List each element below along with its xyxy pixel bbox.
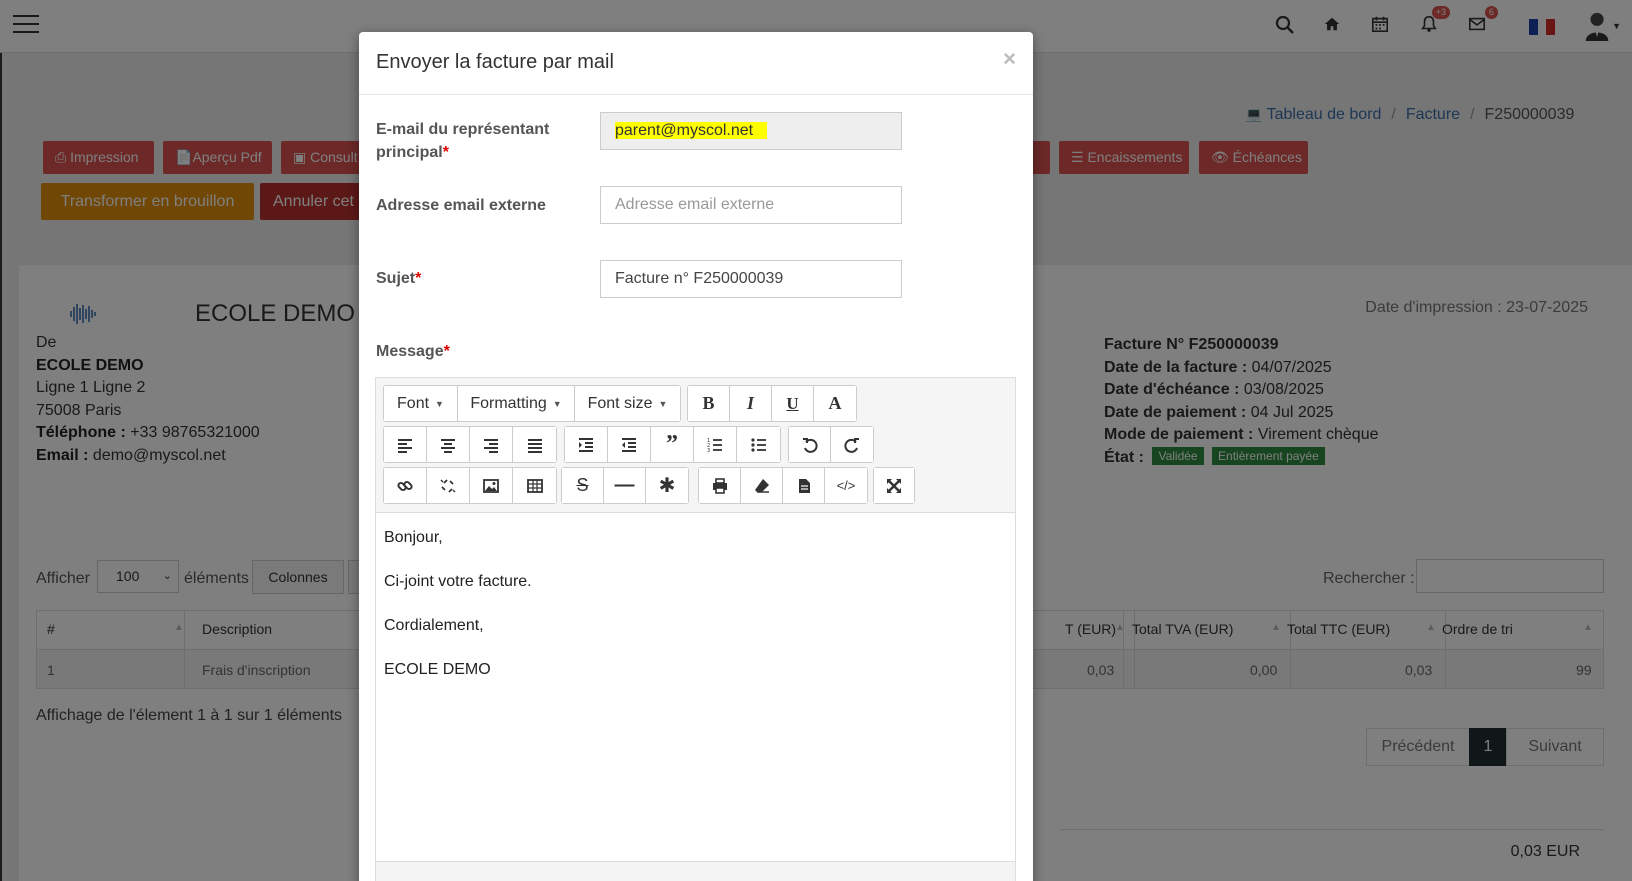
subject-input[interactable]: Facture n° F250000039	[600, 260, 902, 298]
font-dropdown[interactable]: Font ▼	[384, 386, 458, 421]
message-line: Bonjour,	[384, 529, 443, 546]
rich-text-editor: Font ▼ Formatting ▼ Font size ▼ B I U A ”	[375, 377, 1016, 881]
align-left-icon[interactable]	[384, 427, 427, 462]
ext-email-input[interactable]: Adresse email externe	[600, 186, 902, 224]
align-right-icon[interactable]	[470, 427, 513, 462]
unordered-list-icon[interactable]	[737, 427, 780, 462]
special-char-icon[interactable]: ✱	[646, 468, 688, 503]
rep-email-label: E-mail du représentant principal*	[376, 121, 550, 161]
outdent-icon[interactable]	[608, 427, 651, 462]
message-label: Message*	[376, 343, 450, 360]
fullscreen-icon[interactable]	[874, 468, 914, 503]
editor-content[interactable]: Bonjour, Ci-joint votre facture. Cordial…	[384, 528, 532, 704]
image-icon[interactable]	[470, 468, 513, 503]
align-center-icon[interactable]	[427, 427, 470, 462]
history-group	[788, 426, 874, 463]
align-justify-icon[interactable]	[513, 427, 556, 462]
strikethrough-icon[interactable]: S	[562, 468, 604, 503]
ext-email-label: Adresse email externe	[376, 197, 546, 214]
message-line: ECOLE DEMO	[384, 661, 491, 678]
message-line: Ci-joint votre facture.	[384, 573, 532, 590]
caret-down-icon: ▼	[658, 398, 668, 409]
font-dropdown-group: Font ▼ Formatting ▼ Font size ▼	[383, 385, 681, 422]
message-line: Cordialement,	[384, 617, 484, 634]
code-view-icon[interactable]: </>	[825, 468, 867, 503]
close-icon[interactable]: ×	[1003, 46, 1016, 72]
indent-icon[interactable]	[565, 427, 608, 462]
unlink-icon[interactable]	[427, 468, 470, 503]
caret-down-icon: ▼	[552, 398, 562, 409]
formatting-dropdown[interactable]: Formatting ▼	[458, 386, 575, 421]
document-icon[interactable]	[783, 468, 825, 503]
svg-text:3: 3	[707, 448, 710, 454]
blockquote-icon[interactable]: ”	[651, 427, 694, 462]
rep-email-field[interactable]: parent@myscol.net	[600, 112, 902, 150]
highlighted-email: parent@myscol.net	[615, 122, 768, 139]
redo-icon[interactable]	[831, 427, 873, 462]
subject-label: Sujet*	[376, 270, 422, 287]
indent-group: ” 123	[564, 426, 781, 463]
align-group	[383, 426, 557, 463]
editor-statusbar	[376, 861, 1015, 881]
bold-button[interactable]: B	[688, 386, 730, 421]
print-icon[interactable]	[699, 468, 741, 503]
caret-down-icon: ▼	[435, 398, 444, 409]
horizontal-rule-icon[interactable]: —	[604, 468, 646, 503]
modal-header: Envoyer la facture par mail ×	[359, 32, 1033, 95]
tools-group: </>	[698, 467, 868, 504]
modal-title: Envoyer la facture par mail	[376, 51, 614, 73]
link-icon[interactable]	[384, 468, 427, 503]
text-style-group: B I U A	[687, 385, 857, 422]
send-invoice-modal: Envoyer la facture par mail × E-mail du …	[359, 32, 1033, 881]
table-icon[interactable]	[513, 468, 556, 503]
ordered-list-icon[interactable]: 123	[694, 427, 737, 462]
font-size-dropdown[interactable]: Font size ▼	[575, 386, 680, 421]
text-color-button[interactable]: A	[814, 386, 856, 421]
undo-icon[interactable]	[789, 427, 831, 462]
italic-button[interactable]: I	[730, 386, 772, 421]
eraser-icon[interactable]	[741, 468, 783, 503]
misc-group: S — ✱	[561, 467, 689, 504]
insert-group	[383, 467, 557, 504]
underline-button[interactable]: U	[772, 386, 814, 421]
fullscreen-group	[873, 467, 915, 504]
editor-toolbar: Font ▼ Formatting ▼ Font size ▼ B I U A ”	[376, 378, 1015, 513]
